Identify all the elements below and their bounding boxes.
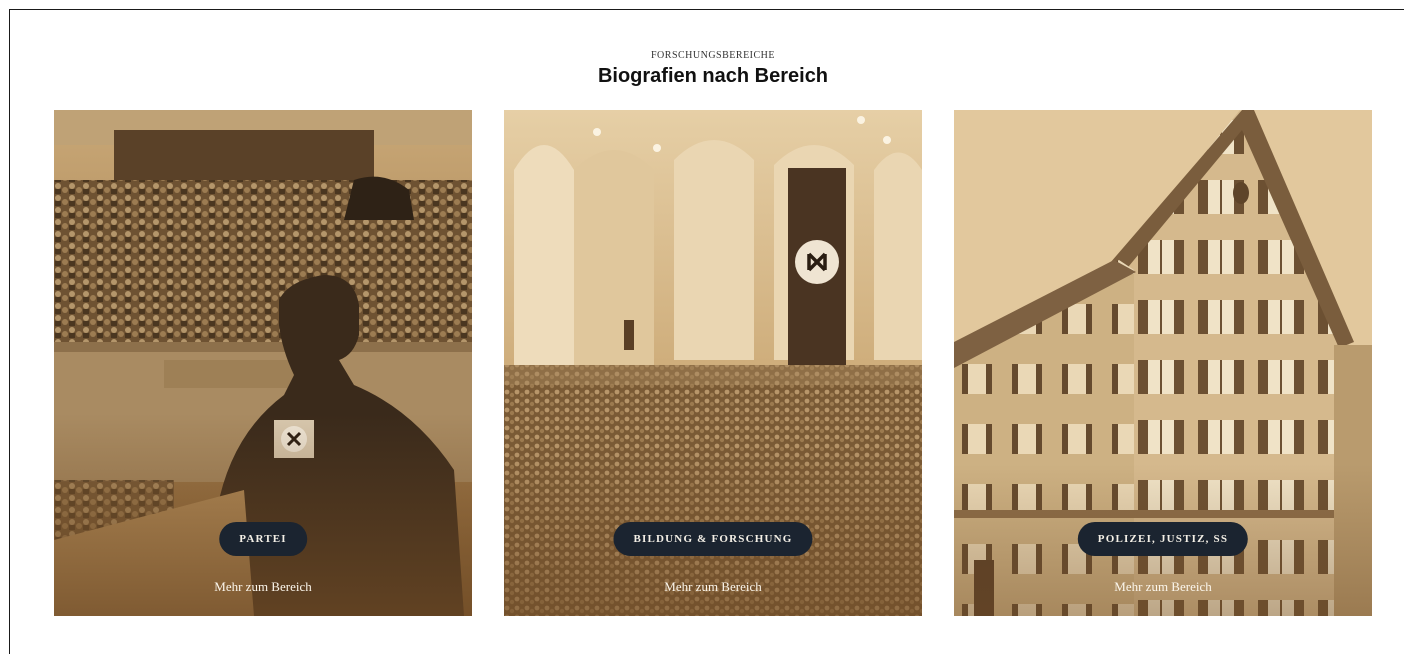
more-link-polizei-justiz-ss[interactable]: Mehr zum Bereich <box>954 579 1372 595</box>
section-title: Biografien nach Bereich <box>597 65 829 87</box>
category-tag-partei[interactable]: PARTEI <box>219 522 307 556</box>
more-link-partei[interactable]: Mehr zum Bereich <box>54 579 472 595</box>
section-eyebrow: FORSCHUNGSBEREICHE <box>650 50 776 61</box>
category-tag-polizei-justiz-ss[interactable]: POLIZEI, JUSTIZ, SS <box>1077 522 1249 556</box>
card-grid: PARTEI Mehr zum Bereich BILDUNG & FORSCH… <box>54 110 1372 616</box>
section-header: FORSCHUNGSBEREICHE Biografien nach Berei… <box>0 50 1404 89</box>
category-tag-bildung-forschung[interactable]: BILDUNG & FORSCHUNG <box>613 522 813 556</box>
more-link-bildung-forschung[interactable]: Mehr zum Bereich <box>504 579 922 595</box>
card-polizei-justiz-ss[interactable]: POLIZEI, JUSTIZ, SS Mehr zum Bereich <box>954 110 1372 616</box>
card-partei[interactable]: PARTEI Mehr zum Bereich <box>54 110 472 616</box>
card-bildung-forschung[interactable]: BILDUNG & FORSCHUNG Mehr zum Bereich <box>504 110 922 616</box>
